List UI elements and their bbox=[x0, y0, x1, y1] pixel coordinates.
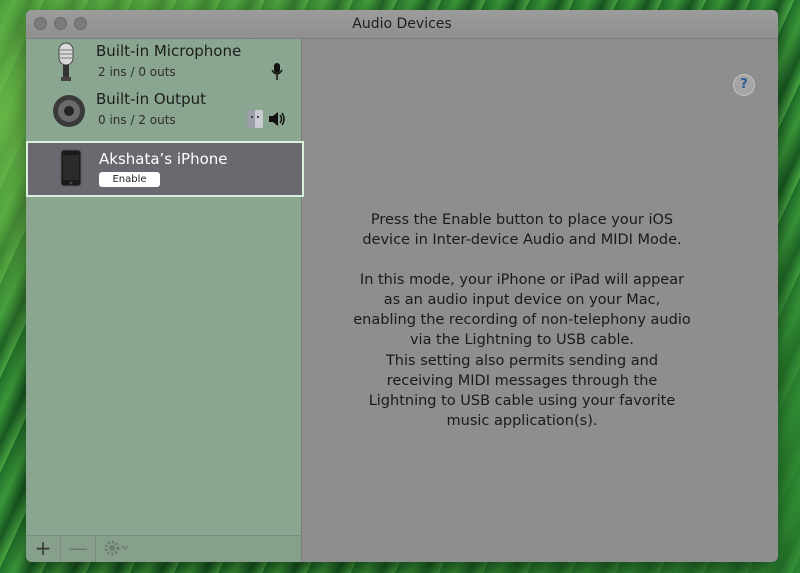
instruction-text-3: This setting also permits sending and re… bbox=[368, 353, 676, 429]
device-row-output[interactable]: Built-in Output 0 ins / 2 outs bbox=[26, 87, 301, 135]
device-io: 2 ins / 0 outs bbox=[98, 65, 176, 79]
device-row-microphone[interactable]: Built-in Microphone 2 ins / 0 outs bbox=[26, 39, 301, 87]
speaker-icon bbox=[53, 95, 85, 127]
output-speaker-icon bbox=[269, 112, 285, 126]
device-name: Built-in Microphone bbox=[96, 42, 242, 60]
gear-icon bbox=[104, 540, 129, 556]
iphone-icon bbox=[60, 149, 82, 187]
enable-button[interactable]: Enable bbox=[99, 172, 160, 187]
title-bar: Audio Devices bbox=[26, 10, 778, 39]
help-button[interactable]: ? bbox=[733, 74, 755, 96]
settings-menu-button[interactable] bbox=[96, 536, 136, 562]
detail-pane: ? Press the Enable button to place your … bbox=[302, 39, 778, 562]
window-title: Audio Devices bbox=[352, 16, 452, 32]
input-microphone-icon bbox=[271, 63, 283, 80]
microphone-icon bbox=[58, 42, 74, 81]
finder-icon bbox=[247, 110, 263, 128]
add-device-button[interactable]: + bbox=[26, 536, 61, 562]
device-list: Built-in Microphone 2 ins / 0 outs Built… bbox=[26, 39, 304, 562]
audio-devices-window: Audio Devices Built-in Microphone 2 ins … bbox=[26, 10, 778, 562]
sidebar-toolbar: + — bbox=[26, 535, 301, 562]
remove-device-button[interactable]: — bbox=[61, 536, 96, 562]
device-io: 0 ins / 2 outs bbox=[98, 113, 176, 127]
device-name: Built-in Output bbox=[96, 90, 206, 108]
instruction-text-1: Press the Enable button to place your iO… bbox=[362, 212, 682, 248]
device-row-iphone[interactable]: Akshata’s iPhone Enable bbox=[26, 141, 304, 197]
device-name: Akshata’s iPhone bbox=[99, 150, 228, 168]
instruction-text-2: In this mode, your iPhone or iPad will a… bbox=[353, 272, 691, 348]
